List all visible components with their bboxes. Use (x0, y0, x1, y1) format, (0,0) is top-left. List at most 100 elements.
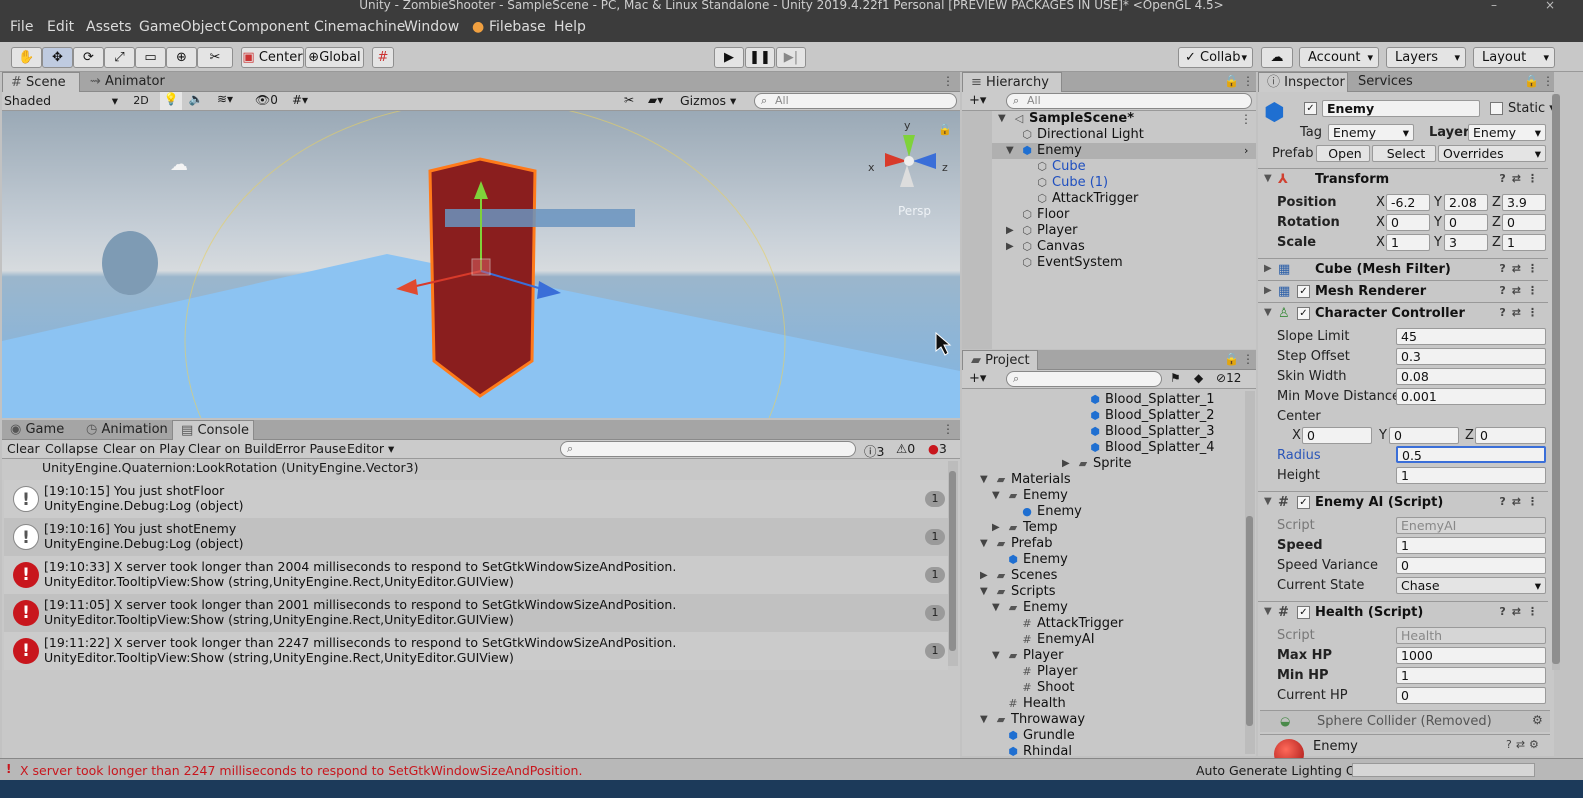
pivot-center-button[interactable]: ▣ Center (241, 47, 304, 68)
project-item[interactable]: # EnemyAI (1020, 632, 1094, 648)
warning-filter-toggle[interactable]: ⚠0 (896, 441, 915, 456)
menu-edit[interactable]: Edit (47, 19, 74, 35)
console-row[interactable]: ! [19:11:05] X server took longer than 20… (4, 594, 948, 632)
prefab-open-button[interactable]: Open (1316, 145, 1370, 162)
health-component-header[interactable]: ▼ # ✓ Health (Script) ?⇄⋮ (1258, 601, 1548, 623)
collab-dropdown[interactable]: ✓ Collab (1178, 47, 1253, 68)
console-row[interactable]: ! [19:10:33] X server took longer than 20… (4, 556, 948, 594)
transform-component-header[interactable]: ▼ ⅄ Transform ?⇄⋮ (1258, 168, 1548, 190)
error-pause-button[interactable]: Error Pause (275, 441, 346, 456)
tab-game[interactable]: ◉ Game (2, 420, 72, 440)
hierarchy-lock-icon[interactable]: 🔒 (1224, 74, 1239, 88)
component-options-icon[interactable]: ?⇄⋮ (1499, 284, 1544, 297)
status-message[interactable]: X server took longer than 2247 milliseco… (20, 763, 582, 778)
project-item[interactable]: # Shoot (1020, 680, 1074, 696)
project-folder[interactable]: ▼ ▰ Enemy (992, 600, 1068, 616)
height-input[interactable]: 1 (1396, 467, 1546, 484)
step-button[interactable]: ▶| (776, 47, 806, 68)
menu-cinemachine[interactable]: Cinemachine (314, 19, 405, 35)
radius-input[interactable]: 0.5 (1396, 446, 1546, 463)
hierarchy-search-input[interactable]: All (1006, 93, 1252, 109)
lighting-status[interactable]: Auto Generate Lighting Off (1196, 763, 1364, 778)
tag-dropdown[interactable]: Enemy ▾ (1328, 124, 1414, 141)
project-scroll-thumb[interactable] (1246, 516, 1253, 726)
custom-tool-icon[interactable]: ✂ (197, 47, 233, 68)
enemy-ai-component-header[interactable]: ▼ # ✓ Enemy AI (Script) ?⇄⋮ (1258, 491, 1548, 513)
hierarchy-item[interactable]: ⬡ Directional Light (1020, 127, 1144, 143)
active-checkbox[interactable]: ✓ (1304, 102, 1317, 115)
project-folder[interactable]: ▶ ▰ Temp (992, 520, 1058, 536)
clear-button[interactable]: Clear (7, 441, 40, 456)
hierarchy-item[interactable]: ▶ ⬡ Canvas (1006, 239, 1085, 255)
projection-label[interactable]: Persp (898, 204, 931, 218)
project-menu-icon[interactable]: ⋮ (1242, 352, 1254, 366)
health-enabled-checkbox[interactable]: ✓ (1297, 606, 1310, 619)
search-by-type-icon[interactable]: ⚑ (1170, 371, 1181, 385)
clear-on-build-button[interactable]: Clear on Build (188, 441, 276, 456)
material-header[interactable]: Enemy ?⇄⚙ (1260, 734, 1550, 769)
menu-assets[interactable]: Assets (86, 19, 132, 35)
layout-dropdown[interactable]: Layout (1473, 47, 1555, 68)
inspector-lock-icon[interactable]: 🔒 (1524, 74, 1539, 88)
layer-dropdown[interactable]: Enemy ▾ (1468, 124, 1546, 141)
tab-scene[interactable]: # Scene (2, 72, 80, 92)
pause-button[interactable]: ❚❚ (745, 47, 775, 68)
scale-y-input[interactable]: 3 (1444, 234, 1488, 251)
shading-mode-dropdown[interactable]: Shaded ▾ (4, 93, 122, 109)
tab-hierarchy[interactable]: ≡ Hierarchy (962, 72, 1062, 92)
current-state-dropdown[interactable]: Chase ▾ (1396, 577, 1546, 594)
lock-icon[interactable]: 🔒 (938, 123, 952, 136)
menu-window[interactable]: Window (404, 19, 459, 35)
enemy-ai-enabled-checkbox[interactable]: ✓ (1297, 496, 1310, 509)
tab-console[interactable]: ▤ Console (172, 420, 254, 440)
rotation-x-input[interactable]: 0 (1386, 214, 1430, 231)
character-controller-enabled-checkbox[interactable]: ✓ (1297, 307, 1310, 320)
tab-animator[interactable]: ⇝ Animator (82, 72, 173, 92)
project-item[interactable]: ⬢ Enemy (1006, 552, 1068, 568)
orientation-gizmo[interactable] (885, 135, 936, 187)
tools-icon[interactable]: ✂ (624, 93, 640, 107)
audio-toggle-icon[interactable]: 🔈 (185, 92, 207, 110)
rotate-tool-icon[interactable]: ⟳ (73, 47, 104, 68)
project-search-input[interactable] (1006, 371, 1162, 387)
static-dropdown[interactable]: Static ▾ (1508, 101, 1554, 116)
console-menu-icon[interactable]: ⋮ (942, 422, 954, 436)
inspector-menu-icon[interactable]: ⋮ (1542, 74, 1554, 88)
project-lock-icon[interactable]: 🔒 (1224, 352, 1239, 366)
console-scroll-thumb[interactable] (949, 471, 956, 651)
project-folder[interactable]: ▶ ▰ Scenes (980, 568, 1057, 584)
project-item[interactable]: ⬢ Blood_Splatter_2 (1088, 408, 1214, 424)
component-options-icon[interactable]: ?⇄⋮ (1499, 306, 1544, 319)
tab-project[interactable]: ▰ Project (962, 350, 1038, 370)
hierarchy-item-enemy[interactable]: ▼ ⬢ Enemy (1006, 143, 1082, 159)
search-by-label-icon[interactable]: ◆ (1194, 371, 1203, 385)
project-item[interactable]: ⬢ Rhindal (1006, 744, 1072, 756)
menu-gameobject[interactable]: GameObject (139, 19, 226, 35)
gizmos-dropdown[interactable]: Gizmos ▾ (680, 93, 744, 108)
position-y-input[interactable]: 2.08 (1444, 194, 1488, 211)
sphere-collider-removed-header[interactable]: ◒ Sphere Collider (Removed) ⚙ (1260, 710, 1550, 732)
rotation-z-input[interactable]: 0 (1502, 214, 1546, 231)
lighting-toggle-icon[interactable]: 💡 (160, 92, 182, 110)
center-x-input[interactable]: 0 (1302, 427, 1372, 444)
effects-toggle-icon[interactable]: ≋▾ (210, 92, 240, 110)
menu-component[interactable]: Component (228, 19, 309, 35)
speed-input[interactable]: 1 (1396, 537, 1546, 554)
account-dropdown[interactable]: Account (1299, 47, 1379, 68)
menu-file[interactable]: File (10, 19, 33, 35)
hierarchy-item[interactable]: ⬡ AttackTrigger (1035, 191, 1138, 207)
console-search-input[interactable] (560, 441, 856, 457)
camera-dropdown-icon[interactable]: ▰▾ (648, 93, 674, 107)
prefab-overrides-dropdown[interactable]: Overrides ▾ (1438, 145, 1546, 162)
tab-inspector[interactable]: ⓘ Inspector (1258, 72, 1348, 92)
pivot-global-button[interactable]: ⊕Global (305, 47, 364, 68)
gameobject-name-input[interactable]: Enemy (1322, 100, 1480, 117)
component-options-icon[interactable]: ?⇄⚙ (1506, 738, 1543, 751)
inspector-scrollbar[interactable] (1552, 94, 1560, 670)
hierarchy-item[interactable]: ⬡ Floor (1020, 207, 1069, 223)
toggle-2d-button[interactable]: 2D (130, 93, 152, 109)
character-controller-component-header[interactable]: ▼ ♙ ✓ Character Controller ?⇄⋮ (1258, 302, 1548, 324)
grid-toggle-icon[interactable]: #▾ (292, 93, 322, 109)
menu-filebase[interactable]: Filebase (489, 19, 546, 35)
tab-services[interactable]: Services (1350, 72, 1421, 92)
